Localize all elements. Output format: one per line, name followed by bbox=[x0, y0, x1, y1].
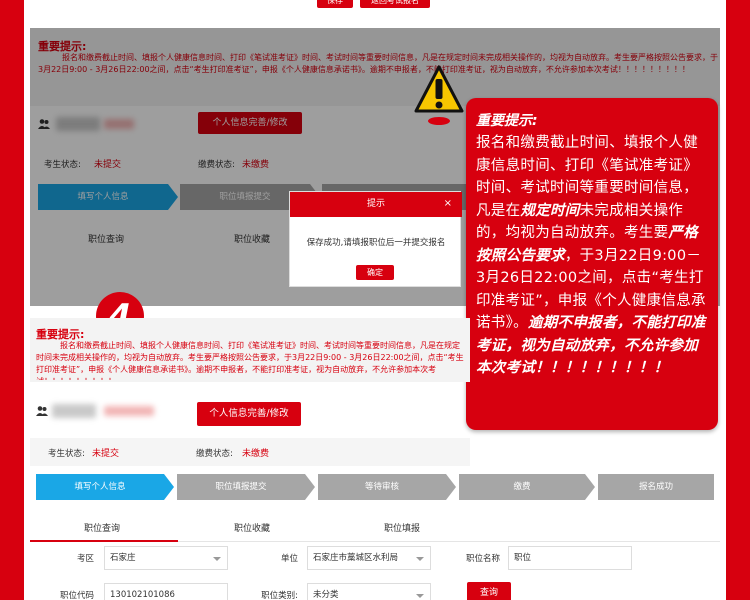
fee-status-value: 未缴费 bbox=[242, 449, 270, 459]
position-name-value: 职位 bbox=[514, 553, 532, 563]
position-type-value: 未分类 bbox=[313, 590, 339, 600]
position-name-input[interactable]: 职位 bbox=[508, 546, 632, 570]
close-icon[interactable]: × bbox=[444, 198, 452, 209]
tab-divider bbox=[178, 541, 720, 542]
right-red-border bbox=[726, 0, 750, 600]
unit-select[interactable]: 石家庄市藁城区水利局 bbox=[307, 546, 431, 570]
progress-steps: 填写个人信息 职位填报提交 等待审核 缴费 报名成功 bbox=[36, 474, 714, 500]
notice-text-lower: 报名和缴费截止时间、填报个人健康信息时间、打印《笔试准考证》时间、考试时间等重要… bbox=[36, 341, 464, 380]
area-select[interactable]: 石家庄 bbox=[104, 546, 228, 570]
exam-status-value: 未提交 bbox=[92, 449, 120, 459]
callout-p1-bold: 规定时间 bbox=[520, 202, 580, 219]
unit-label: 单位 bbox=[280, 554, 298, 564]
callout-body: 报名和缴费截止时间、填报个人健康信息时间、打印《笔试准考证》时间、考试时间等重要… bbox=[476, 132, 708, 380]
step-3: 等待审核 bbox=[318, 474, 446, 500]
position-code-label: 职位代码 bbox=[59, 591, 94, 600]
step-1-arrow bbox=[164, 474, 174, 500]
position-code-value: 130102101086 bbox=[110, 590, 175, 600]
user-icon bbox=[36, 406, 48, 416]
save-button[interactable]: 保存 bbox=[317, 0, 353, 8]
unit-select-value: 石家庄市藁城区水利局 bbox=[313, 553, 399, 563]
chevron-down-icon bbox=[416, 594, 424, 598]
fee-status-label: 缴费状态: bbox=[196, 449, 233, 459]
step-1: 填写个人信息 bbox=[36, 474, 164, 500]
tab-position-favorites[interactable]: 职位收藏 bbox=[234, 521, 270, 534]
area-label: 考区 bbox=[76, 554, 94, 564]
callout-title: 重要提示: bbox=[476, 113, 538, 129]
step-5: 报名成功 bbox=[598, 474, 714, 500]
dialog-message: 保存成功,请填报职位后一并提交报名 bbox=[306, 238, 446, 248]
step-3-arrow bbox=[446, 474, 456, 500]
step-4: 缴费 bbox=[459, 474, 585, 500]
tab-position-apply[interactable]: 职位填报 bbox=[384, 521, 420, 534]
position-type-label: 职位类别: bbox=[261, 591, 298, 600]
save-success-dialog: 提示 × 保存成功,请填报职位后一并提交报名 确定 bbox=[289, 191, 462, 287]
confirm-button[interactable]: 确定 bbox=[356, 265, 394, 280]
tab-position-search[interactable]: 职位查询 bbox=[84, 521, 120, 534]
important-notice-callout: 重要提示: 报名和缴费截止时间、填报个人健康信息时间、打印《笔试准考证》时间、考… bbox=[466, 98, 718, 430]
warning-icon bbox=[414, 65, 464, 125]
active-tab-indicator bbox=[30, 540, 178, 542]
search-button[interactable]: 查询 bbox=[467, 582, 511, 600]
step-4-arrow bbox=[585, 474, 595, 500]
step-2-arrow bbox=[305, 474, 315, 500]
chevron-down-icon bbox=[213, 557, 221, 561]
callout-p2: 考生要 bbox=[624, 225, 669, 241]
exam-status-label: 考生状态: bbox=[48, 449, 85, 459]
profile-edit-button[interactable]: 个人信息完善/修改 bbox=[197, 402, 301, 426]
area-select-value: 石家庄 bbox=[110, 553, 136, 563]
chevron-down-icon bbox=[416, 557, 424, 561]
candidate-name-blurred bbox=[52, 404, 96, 418]
position-name-label: 职位名称 bbox=[465, 554, 500, 564]
candidate-id-blurred bbox=[104, 406, 154, 416]
back-to-registration-button[interactable]: 返回考试报名 bbox=[360, 0, 430, 8]
left-red-border bbox=[0, 0, 24, 600]
step-2: 职位填报提交 bbox=[177, 474, 305, 500]
dialog-title: 提示 bbox=[290, 192, 462, 217]
position-type-select[interactable]: 未分类 bbox=[307, 583, 431, 600]
position-code-input[interactable]: 130102101086 bbox=[104, 583, 228, 600]
